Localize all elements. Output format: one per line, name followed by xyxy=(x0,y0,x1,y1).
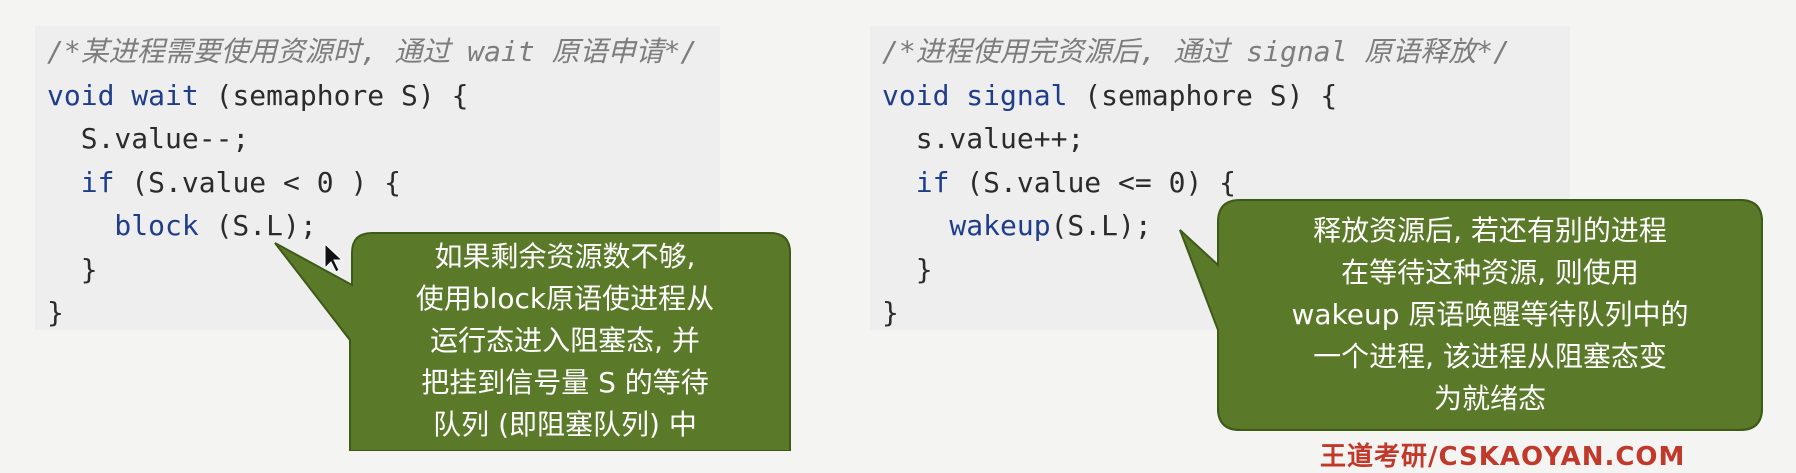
void-keyword: void xyxy=(47,78,115,112)
wait-decrement-line: S.value--; xyxy=(47,122,250,155)
wakeup-function: wakeup xyxy=(882,209,1051,242)
right-callout-line: 一个进程, 该进程从阻塞态变 xyxy=(1313,340,1667,373)
wait-if-line: if (S.value < 0 ) { xyxy=(47,161,720,205)
block-function: block xyxy=(47,209,199,242)
signal-condition: (S.value <= 0) { xyxy=(949,165,1237,199)
wait-signature: void wait (semaphore S) { xyxy=(47,74,720,118)
wait-params: (semaphore S) { xyxy=(198,78,469,112)
signal-signature: void signal (semaphore S) { xyxy=(882,74,1570,118)
watermark: 王道考研/CSKAOYAN.COM xyxy=(1320,442,1686,472)
wakeup-args: (S.L); xyxy=(1050,209,1152,242)
signal-if-line: if (S.value <= 0) { xyxy=(882,161,1570,205)
if-keyword: if xyxy=(882,165,950,199)
left-callout-line: 使用block原语使进程从 xyxy=(415,282,715,315)
right-callout-line: 在等待这种资源, 则使用 xyxy=(1341,256,1639,289)
right-callout-line: 释放资源后, 若还有别的进程 xyxy=(1313,214,1667,247)
if-keyword: if xyxy=(47,165,115,199)
void-keyword: void xyxy=(882,78,950,112)
wait-function-name: wait xyxy=(131,78,199,112)
signal-increment-line: s.value++; xyxy=(882,122,1085,155)
right-callout-line: wakeup 原语唤醒等待队列中的 xyxy=(1291,298,1689,331)
left-callout-line: 运行态进入阻塞态, 并 xyxy=(430,324,700,357)
signal-function-name: signal xyxy=(966,78,1068,112)
right-callout-text: 释放资源后, 若还有别的进程 在等待这种资源, 则使用 wakeup 原语唤醒等… xyxy=(1220,210,1760,420)
signal-comment: /*进程使用完资源后, 通过 signal 原语释放*/ xyxy=(882,35,1511,68)
left-callout-line: 队列 (即阻塞队列) 中 xyxy=(433,408,697,441)
wait-condition: (S.value < 0 ) { xyxy=(114,165,402,199)
left-callout-line: 如果剩余资源数不够, xyxy=(434,240,696,273)
signal-params: (semaphore S) { xyxy=(1067,78,1338,112)
right-callout-line: 为就绪态 xyxy=(1433,382,1546,415)
left-callout-line: 把挂到信号量 S 的等待 xyxy=(421,366,709,399)
wait-comment: /*某进程需要使用资源时, 通过 wait 原语申请*/ xyxy=(47,35,698,68)
left-callout-text: 如果剩余资源数不够, 使用block原语使进程从 运行态进入阻塞态, 并 把挂到… xyxy=(365,236,765,446)
block-args: (S.L); xyxy=(198,209,317,242)
